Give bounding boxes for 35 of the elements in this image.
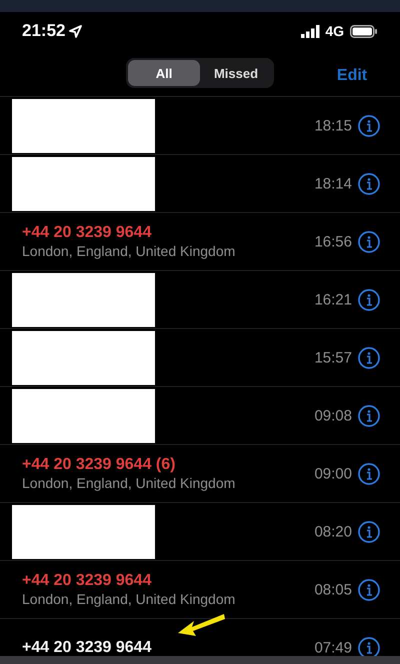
call-location: London, England, United Kingdom [22, 591, 236, 607]
info-icon[interactable] [358, 289, 380, 311]
call-location: London, England, United Kingdom [22, 243, 236, 259]
info-icon[interactable] [358, 405, 380, 427]
phone-number: +44 20 3239 9644 [22, 638, 152, 656]
edit-button[interactable]: Edit [316, 63, 388, 89]
info-icon[interactable] [358, 173, 380, 195]
call-time: 16:56 [314, 234, 352, 250]
phone-number: +44 20 3239 9644 (6) [22, 456, 176, 474]
phone-number: +44 20 3239 9644 [22, 224, 152, 242]
call-time: 08:20 [314, 524, 352, 540]
call-time: 08:05 [314, 582, 352, 598]
call-time: 18:15 [314, 118, 352, 134]
call-time: 16:21 [314, 292, 352, 308]
info-icon[interactable] [358, 231, 380, 253]
call-location: London, England, United Kingdom [22, 475, 236, 491]
status-time: 21:52 [22, 21, 66, 41]
call-time: 18:14 [314, 176, 352, 192]
info-icon[interactable] [358, 463, 380, 485]
info-icon[interactable] [358, 521, 380, 543]
signal-icon [301, 24, 322, 38]
info-icon[interactable] [358, 579, 380, 601]
call-time: 09:08 [314, 408, 352, 424]
network-label: 4G [325, 23, 344, 39]
info-icon[interactable] [358, 115, 380, 137]
call-time: 15:57 [314, 350, 352, 366]
filter-tab[interactable]: Missed [200, 60, 272, 86]
location-arrow-icon [69, 24, 82, 38]
call-time: 07:49 [314, 640, 352, 656]
info-icon[interactable] [358, 347, 380, 369]
info-icon[interactable] [358, 637, 380, 659]
battery-icon [350, 24, 378, 38]
phone-number: +44 20 3239 9644 [22, 572, 152, 590]
call-time: 09:00 [314, 466, 352, 482]
filter-tab[interactable]: All [128, 60, 200, 86]
